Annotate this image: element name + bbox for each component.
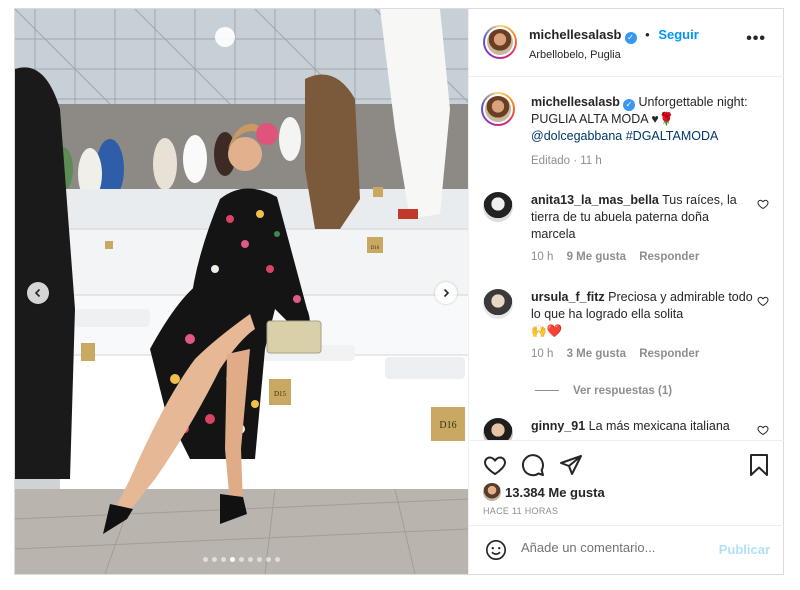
commenter-avatar[interactable] [483,289,513,319]
comment-time: 10 h [531,251,554,263]
carousel-indicator [15,557,468,562]
like-heart-icon[interactable] [483,453,507,477]
more-options-icon[interactable]: ••• [746,31,766,47]
liker-avatar [483,483,501,501]
carousel-dot [275,557,280,562]
heart-icon[interactable] [757,198,769,210]
follow-button[interactable]: Seguir [658,27,698,42]
carousel-dot [239,557,244,562]
verified-badge-icon: ✓ [624,32,637,44]
reply-button[interactable]: Responder [639,348,699,360]
chevron-left-icon [34,288,41,298]
likes-count[interactable]: 13.384 Me gusta [505,485,605,500]
likes-summary[interactable]: 13.384 Me gusta [483,483,605,501]
carousel-prev-button[interactable] [27,282,49,304]
carousel-dot [257,557,262,562]
post-media[interactable]: D16 D15 D16 [15,9,468,574]
post-header: michellesalasb ✓ • Seguir Arbellobelo, Pu… [469,9,784,77]
publish-button[interactable]: Publicar [719,542,770,557]
carousel-dot [230,557,235,562]
author-username[interactable]: michellesalasb [529,27,622,42]
heart-icon[interactable] [757,424,769,436]
comment-bubble-icon[interactable] [521,453,545,477]
caption-hashtag-link[interactable]: #DGALTAMODA [626,129,719,143]
seat-label-d16-top: D16 [371,246,380,251]
view-replies-label: Ver respuestas (1) [573,385,673,397]
carousel-dot [248,557,253,562]
save-bookmark-icon[interactable] [748,453,770,477]
post-photo: D16 D15 D16 [15,9,468,574]
comment-input[interactable] [521,540,711,555]
commenter-avatar[interactable] [483,192,513,222]
heart-icon[interactable] [757,295,769,307]
caption-username[interactable]: michellesalasb [531,95,620,109]
reply-button[interactable]: Responder [639,251,699,263]
comment-username[interactable]: anita13_la_mas_bella [531,193,659,207]
comments-list: michellesalasb ✓ Unforgettable night: PUG… [469,78,784,440]
comment-text: La más mexicana italiana [588,419,730,433]
seat-label-d15: D15 [274,390,287,398]
author-avatar[interactable] [483,25,517,59]
comment-emoji: 🙌❤️ [531,324,563,338]
caption-author-avatar[interactable] [481,92,515,126]
comment-like-count[interactable]: 3 Me gusta [567,348,626,360]
post-actions: 13.384 Me gusta HACE 11 HORAS [469,440,784,534]
post-timestamp: HACE 11 HORAS [483,506,559,516]
carousel-dot [221,557,226,562]
reply-divider-line [535,390,559,392]
separator-dot: • [645,27,650,42]
comment-username[interactable]: ginny_91 [531,419,585,433]
seat-label-d16: D16 [439,420,456,431]
carousel-dot [203,557,208,562]
view-replies-button[interactable]: Ver respuestas (1) [535,385,672,397]
emoji-smiley-icon[interactable] [485,539,507,561]
carousel-dot [266,557,271,562]
comment-username[interactable]: ursula_f_fitz [531,290,605,304]
carousel-next-button[interactable] [435,282,457,304]
commenter-avatar[interactable] [483,418,513,440]
verified-badge-icon: ✓ [622,99,635,111]
carousel-dot [212,557,217,562]
caption-mention-link[interactable]: @dolcegabbana [531,129,622,143]
instagram-post: D16 D15 D16 michellesalasb ✓ • Seguir Arb… [14,8,784,575]
post-sidebar: michellesalasb ✓ • Seguir Arbellobelo, Pu… [468,9,784,574]
post-location[interactable]: Arbellobelo, Puglia [529,49,699,61]
add-comment-bar: Publicar [469,525,784,574]
caption-edited-time: Editado · 11 h [531,155,602,167]
comment-time: 10 h [531,348,554,360]
comment-like-count[interactable]: 9 Me gusta [567,251,626,263]
chevron-right-icon [443,288,450,298]
share-paper-plane-icon[interactable] [559,453,583,477]
